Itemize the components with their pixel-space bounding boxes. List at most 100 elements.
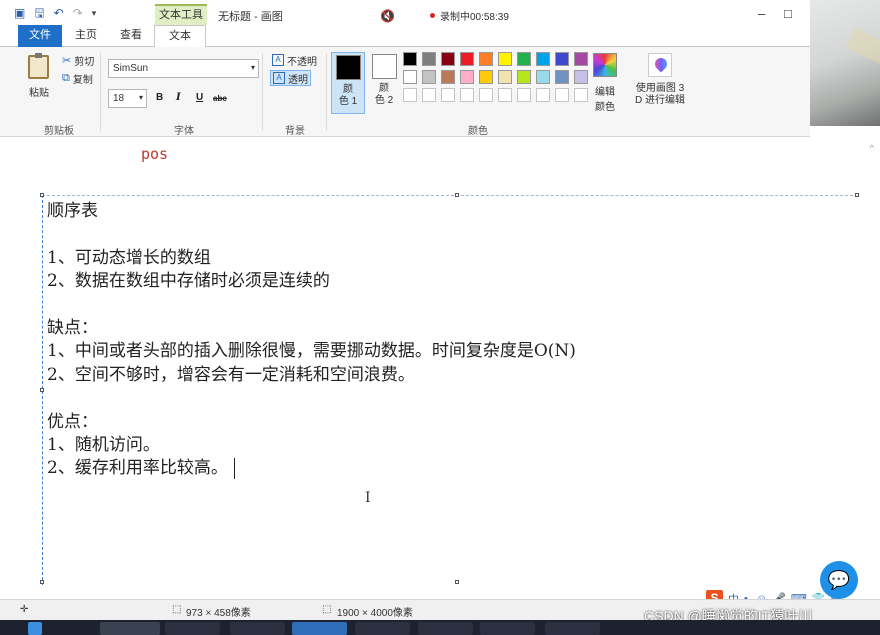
palette-swatch[interactable] [498,52,512,66]
custom-color-slot[interactable] [460,88,474,102]
maximize-button[interactable]: □ [784,6,792,21]
edit-colors-button[interactable]: 编辑 颜色 [593,53,617,113]
custom-color-slot[interactable] [536,88,550,102]
cut-button[interactable]: ✂ 剪切 [62,53,94,68]
contextual-tab-text-tools: 文本工具 [155,4,207,25]
taskbar-app[interactable] [418,622,473,635]
text-line [47,387,576,410]
text-line: 1、随机访问。 [47,434,160,455]
taskbar-app[interactable] [355,622,410,635]
opaque-icon: A [272,54,284,66]
text-line: 2、数据在数组中存储时必须是连续的 [47,271,330,292]
cut-label: 剪切 [74,57,95,68]
palette-swatch[interactable] [498,70,512,84]
taskbar-app[interactable] [545,622,600,635]
taskbar-app[interactable] [292,622,347,635]
tab-text[interactable]: 文本 [154,25,206,48]
palette-swatch[interactable] [403,70,417,84]
font-size-select[interactable]: 18 ▾ [108,89,147,108]
background-group-label: 背景 [285,126,305,137]
custom-color-slot[interactable] [555,88,569,102]
palette-swatch[interactable] [460,70,474,84]
palette-swatch[interactable] [479,70,493,84]
custom-color-slot[interactable] [517,88,531,102]
palette-swatch[interactable] [479,52,493,66]
customize-qa-icon[interactable]: ▾ [92,6,97,20]
colors-group-label: 颜色 [468,126,488,137]
opaque-label: 不透明 [287,56,317,68]
resize-handle[interactable] [855,193,859,197]
custom-color-slot[interactable] [422,88,436,102]
paste-button[interactable]: 粘贴 [29,84,49,99]
ribbon-tabs: 文件 主页 查看 文本 [0,25,880,48]
resize-handle[interactable] [40,580,44,584]
app-icon: ▣ [14,6,26,20]
taskbar-app[interactable] [230,622,285,635]
chevron-down-icon: ▾ [250,63,255,72]
opaque-option[interactable]: A 不透明 [270,52,319,68]
taskbar-app[interactable] [480,622,535,635]
italic-button[interactable]: I [176,92,181,103]
recording-time: 录制中00:58:39 [439,12,509,23]
palette-swatch[interactable] [574,52,588,66]
resize-handle[interactable] [40,388,44,392]
taskbar-app[interactable] [165,622,220,635]
text-line: 优点： [47,411,98,432]
edit-colors-label: 编辑 [595,87,615,98]
palette-swatch[interactable] [441,52,455,66]
palette-swatch[interactable] [422,70,436,84]
resize-handle[interactable] [455,193,459,197]
scissors-icon: ✂ [62,55,72,67]
taskbar-app[interactable] [100,622,160,635]
divider [262,53,263,131]
custom-color-slot[interactable] [574,88,588,102]
custom-color-slot[interactable] [498,88,512,102]
text-line: 2、缓存利用率比较高。 [47,458,228,479]
font-family-value: SimSun [113,63,149,74]
redo-icon[interactable]: ↷ [73,6,83,20]
palette-swatch[interactable] [536,52,550,66]
transparent-option[interactable]: A 透明 [270,70,311,86]
paint-3d-button[interactable]: 使用画图 3 D 进行编辑 [632,53,688,107]
palette-swatch[interactable] [536,70,550,84]
save-icon[interactable]: 🖫 [34,6,44,20]
resize-handle[interactable] [40,193,44,197]
color-1-button[interactable]: 颜 色 1 [331,52,365,114]
custom-color-slot[interactable] [441,88,455,102]
color-palette [403,52,588,102]
palette-swatch[interactable] [441,70,455,84]
strikethrough-button[interactable]: abc [213,94,227,103]
window-title: 无标题 - 画图 [218,11,283,23]
paint-3d-icon [648,53,672,77]
start-icon[interactable] [28,622,42,635]
tab-file[interactable]: 文件 [18,25,62,47]
resize-handle[interactable] [455,580,459,584]
palette-swatch[interactable] [517,70,531,84]
font-family-select[interactable]: SimSun ▾ [108,59,259,78]
custom-color-slot[interactable] [403,88,417,102]
palette-swatch[interactable] [460,52,474,66]
palette-swatch[interactable] [555,70,569,84]
undo-icon[interactable]: ↶ [54,6,64,20]
palette-swatch[interactable] [574,70,588,84]
minimize-button[interactable]: – [758,6,765,21]
scroll-up-icon[interactable]: ^ [870,143,874,153]
paint-window: ▣ 🖫 ↶ ↷ ▾ 文本工具 无标题 - 画图 🔇 录制中00:58:39 – … [0,0,880,635]
palette-swatch[interactable] [555,52,569,66]
tab-view[interactable]: 查看 [110,25,152,47]
palette-swatch[interactable] [517,52,531,66]
title-bar: ▣ 🖫 ↶ ↷ ▾ 文本工具 无标题 - 画图 🔇 录制中00:58:39 – … [0,0,880,25]
chat-bubble-icon[interactable]: 💬 [820,561,858,599]
tab-home[interactable]: 主页 [64,25,108,47]
underline-button[interactable]: U [196,92,203,103]
palette-swatch[interactable] [403,52,417,66]
palette-swatch[interactable] [422,52,436,66]
paste-icon[interactable] [28,53,49,79]
copy-button[interactable]: ⧉ 复制 [62,71,93,86]
bold-button[interactable]: B [156,92,163,103]
custom-color-slot[interactable] [479,88,493,102]
color-wheel-icon [593,53,617,77]
ibeam-cursor-icon: I [365,490,371,506]
color-2-button[interactable]: 颜 色 2 [367,52,401,114]
text-line: 1、中间或者头部的插入删除很慢，需要挪动数据。时间复杂度是O(N) [47,341,576,362]
